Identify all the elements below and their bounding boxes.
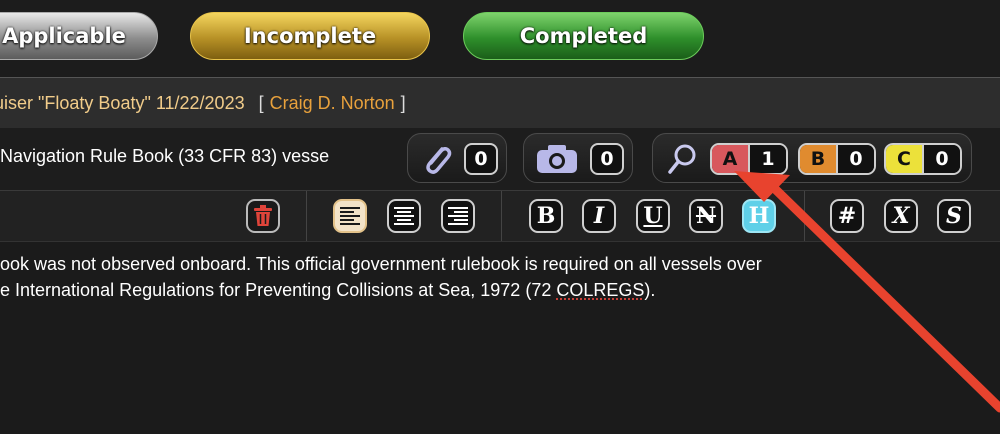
highlight-icon: H: [748, 203, 770, 229]
trash-icon: [253, 205, 273, 227]
editor-line-1: ook was not observed onboard. This offic…: [0, 254, 762, 274]
finding-title[interactable]: Navigation Rule Book (33 CFR 83) vesse: [0, 146, 390, 167]
italic-icon: I: [593, 203, 605, 229]
underline-icon: U: [643, 203, 663, 229]
align-right-button[interactable]: [441, 199, 475, 233]
misspelled-word[interactable]: COLREGS: [556, 280, 644, 300]
severity-c[interactable]: C 0: [884, 143, 962, 175]
photos-count: 0: [590, 143, 624, 175]
special-format-button[interactable]: S: [937, 199, 971, 233]
incomplete-button[interactable]: Incomplete: [190, 12, 430, 60]
editor-line-2-end: ).: [644, 280, 656, 300]
divider: [306, 191, 307, 241]
severity-c-count: 0: [922, 145, 960, 173]
applicable-button[interactable]: Applicable: [0, 12, 158, 60]
severity-b[interactable]: B 0: [798, 143, 876, 175]
strikethrough-button[interactable]: N: [689, 199, 723, 233]
attachments-count: 0: [464, 143, 498, 175]
editor-line-2: e International Regulations for Preventi…: [0, 280, 655, 301]
inspection-header: uiser "Floaty Boaty" 11/22/2023 [ Craig …: [0, 77, 1000, 129]
align-center-button[interactable]: [387, 199, 421, 233]
severity-a-letter: A: [712, 145, 748, 173]
hash-icon: #: [837, 203, 857, 229]
underline-button[interactable]: U: [636, 199, 670, 233]
align-right-icon: [447, 206, 469, 226]
special-format-icon: S: [946, 203, 962, 229]
divider: [501, 191, 502, 241]
hash-button[interactable]: #: [830, 199, 864, 233]
clear-format-icon: X: [892, 203, 910, 229]
divider: [804, 191, 805, 241]
attachments-group[interactable]: 0: [407, 133, 507, 183]
status-bar: Applicable Incomplete Completed: [0, 0, 1000, 76]
camera-icon[interactable]: [535, 144, 579, 178]
finding-editor[interactable]: ook was not observed onboard. This offic…: [0, 242, 1000, 434]
bold-icon: B: [536, 203, 556, 229]
magnifier-icon[interactable]: [667, 143, 697, 179]
severity-a[interactable]: A 1: [710, 143, 788, 175]
completed-button[interactable]: Completed: [463, 12, 704, 60]
severity-c-letter: C: [886, 145, 922, 173]
align-left-icon: [339, 206, 361, 226]
severity-group: A 1 B 0 C 0: [652, 133, 972, 183]
paperclip-icon[interactable]: [420, 141, 454, 181]
align-center-icon: [393, 206, 415, 226]
delete-button[interactable]: [246, 199, 280, 233]
italic-button[interactable]: I: [582, 199, 616, 233]
bracket-open: [: [258, 92, 264, 113]
severity-b-count: 0: [836, 145, 874, 173]
clear-format-button[interactable]: X: [884, 199, 918, 233]
finding-row: Navigation Rule Book (33 CFR 83) vesse 0…: [0, 128, 1000, 191]
bracket-close: ]: [400, 92, 406, 113]
severity-b-letter: B: [800, 145, 836, 173]
bold-button[interactable]: B: [529, 199, 563, 233]
strikethrough-icon: N: [695, 203, 717, 229]
severity-a-count: 1: [748, 145, 786, 173]
inspector-name[interactable]: Craig D. Norton: [270, 93, 395, 114]
editor-line-2-text: e International Regulations for Preventi…: [0, 280, 557, 300]
highlight-button[interactable]: H: [742, 199, 776, 233]
align-left-button[interactable]: [333, 199, 367, 233]
inspection-title: uiser "Floaty Boaty" 11/22/2023: [0, 92, 245, 113]
editor-toolbar: B I U N H # X S: [0, 191, 1000, 242]
photos-group[interactable]: 0: [523, 133, 633, 183]
